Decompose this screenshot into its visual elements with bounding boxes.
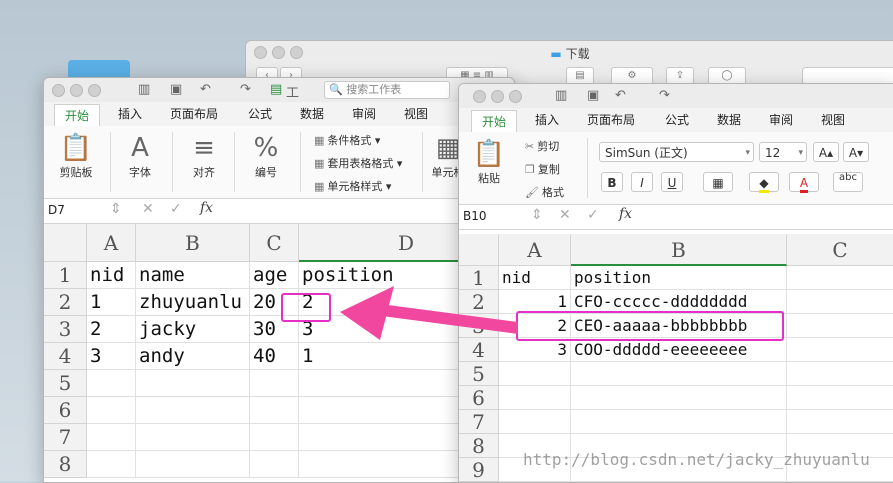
callout-arrow — [340, 286, 518, 340]
arrow-head — [340, 286, 394, 340]
arrow-shaft — [380, 304, 518, 334]
watermark-text: http://blog.csdn.net/jacky_zhuyuanlu — [523, 450, 870, 469]
